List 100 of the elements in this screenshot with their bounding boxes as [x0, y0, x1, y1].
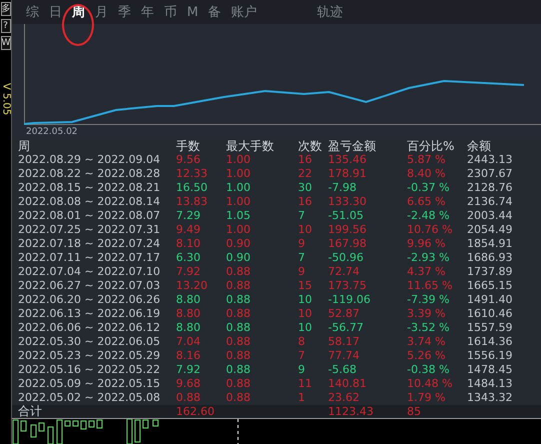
table-cell-text: 0.88: [226, 321, 252, 335]
total-lots: 162.60: [176, 405, 216, 418]
table-cell-text: 1.79 %: [407, 391, 446, 405]
table-cell-text: 6.30: [176, 251, 202, 265]
period-tab[interactable]: 日: [49, 3, 62, 21]
table-cell-text: 30: [298, 181, 313, 195]
table-cell-text: 8.16: [176, 349, 202, 363]
table-cell-text: 2022.08.29 ~ 2022.09.04: [18, 153, 162, 167]
table-cell-text: 11: [298, 377, 313, 391]
table-cell-text: 9: [298, 237, 306, 251]
table-cell-text: 1686.93: [467, 251, 514, 265]
table-cell-text: 2022.06.20 ~ 2022.06.26: [18, 293, 162, 307]
table-cell-text: 9.56: [176, 153, 202, 167]
table-cell-text: 9.96 %: [407, 237, 446, 251]
table-cell-text: 7.04: [176, 335, 202, 349]
version-label: V 5.05: [0, 83, 10, 116]
table-cell-text: 3.74 %: [407, 335, 446, 349]
table-cell-text: 1: [298, 391, 306, 405]
table-cell-text: 52.87: [328, 307, 360, 321]
table-cell-text: 0.88: [226, 377, 252, 391]
table-cell-text: 1491.40: [467, 293, 514, 307]
table-cell-text: 133.30: [328, 195, 368, 209]
column-header: 手数: [176, 139, 201, 153]
period-tab[interactable]: 综: [26, 3, 39, 21]
table-cell-text: 1556.19: [467, 349, 514, 363]
table-cell-text: 0.88: [226, 349, 252, 363]
period-tab[interactable]: 币: [164, 3, 177, 21]
table-cell-text: 2022.05.02 ~ 2022.05.08: [18, 391, 162, 405]
table-cell-text: 15: [298, 279, 313, 293]
total-label: 合计: [17, 405, 43, 418]
table-cell-text: 0.88: [226, 391, 252, 405]
period-tab[interactable]: M: [187, 4, 198, 20]
table-cell-text: -119.06: [328, 293, 372, 307]
period-tab[interactable]: 备: [208, 3, 222, 21]
table-cell-text: 2136.74: [467, 195, 514, 209]
total-amount: 1123.43: [328, 405, 374, 418]
table-cell-text: 8: [298, 335, 306, 349]
table-cell-text: 2443.13: [467, 153, 514, 167]
table-cell-text: -51.05: [328, 209, 364, 223]
column-header: 最大手数: [226, 139, 275, 153]
table-cell-text: 3.39 %: [407, 307, 446, 321]
side-button[interactable]: 多: [0, 2, 10, 16]
table-cell-text: 1610.46: [467, 307, 514, 321]
table-cell-text: 7: [298, 251, 306, 265]
table-cell-text: -2.93 %: [407, 251, 450, 265]
table-cell-text: 8.10: [176, 237, 202, 251]
table-cell-text: 8.80: [176, 307, 202, 321]
table-cell-text: 2022.05.30 ~ 2022.06.05: [18, 335, 162, 349]
period-tab[interactable]: 季: [118, 3, 131, 21]
table-cell-text: 1.00: [226, 181, 252, 195]
period-tab[interactable]: 月: [95, 3, 108, 21]
cursor-line: [237, 419, 239, 444]
table-cell-text: 16: [298, 195, 313, 209]
table-cell-text: 2022.05.16 ~ 2022.05.22: [18, 363, 162, 377]
table-cell-text: 13.20: [176, 279, 208, 293]
table-cell-text: 8.80: [176, 321, 202, 335]
column-header: 盈亏金额: [328, 139, 377, 153]
table-cell-text: 22: [298, 167, 313, 181]
table-cell-text: 2022.07.04 ~ 2022.07.10: [18, 265, 162, 279]
table-cell-text: 2054.49: [467, 223, 514, 237]
table-cell-text: 2022.07.25 ~ 2022.07.31: [18, 223, 162, 237]
table-cell-text: 2022.06.06 ~ 2022.06.12: [18, 321, 162, 335]
table-cell-text: 140.81: [328, 377, 368, 391]
table-cell-text: 77.74: [328, 349, 360, 363]
table-cell-text: 1854.91: [467, 237, 514, 251]
table-cell-text: 1557.59: [467, 321, 514, 335]
table-cell-text: 7.92: [176, 265, 202, 279]
table-cell-text: 7.29: [176, 209, 202, 223]
table-cell-text: 10: [298, 293, 313, 307]
table-cell-text: -5.68: [328, 363, 358, 377]
table-cell-text: 7.92: [176, 363, 202, 377]
table-cell-text: -0.38 %: [407, 363, 450, 377]
table-cell-text: 0.88: [226, 335, 252, 349]
period-tab[interactable]: 年: [141, 3, 154, 21]
table-cell-text: 5.87 %: [407, 153, 446, 167]
table-cell-text: 1.00: [226, 153, 252, 167]
table-cell-text: 1737.89: [467, 265, 514, 279]
table-cell-text: 0.88: [226, 279, 252, 293]
table-cell-text: 1343.32: [467, 391, 514, 405]
table-cell-text: 2022.05.09 ~ 2022.05.15: [18, 377, 162, 391]
table-cell-text: -2.48 %: [407, 209, 450, 223]
table-cell-text: 167.98: [328, 237, 368, 251]
period-tab[interactable]: 账户: [231, 3, 258, 21]
table-cell-text: 4.37 %: [407, 265, 446, 279]
column-header: 周: [18, 139, 31, 153]
table-cell-text: 2022.06.27 ~ 2022.07.03: [18, 279, 162, 293]
table-cell-text: 1484.13: [467, 377, 514, 391]
column-header: 百分比%: [407, 139, 456, 153]
table-cell-text: 2003.44: [467, 209, 514, 223]
table-cell-text: 0.88: [176, 391, 202, 405]
axis-date-label: 2022.05.02: [26, 127, 78, 137]
table-cell-text: -0.37 %: [407, 181, 450, 195]
table-cell-text: 8.80: [176, 293, 202, 307]
table-cell-text: 23.62: [328, 391, 360, 405]
table-cell-text: -7.39 %: [407, 293, 450, 307]
table-cell-text: 0.90: [226, 251, 252, 265]
table-cell-text: 13.83: [176, 195, 208, 209]
period-tab[interactable]: 轨迹: [317, 3, 344, 21]
table-cell-text: -3.52 %: [407, 321, 450, 335]
side-button[interactable]: ?: [0, 19, 10, 33]
